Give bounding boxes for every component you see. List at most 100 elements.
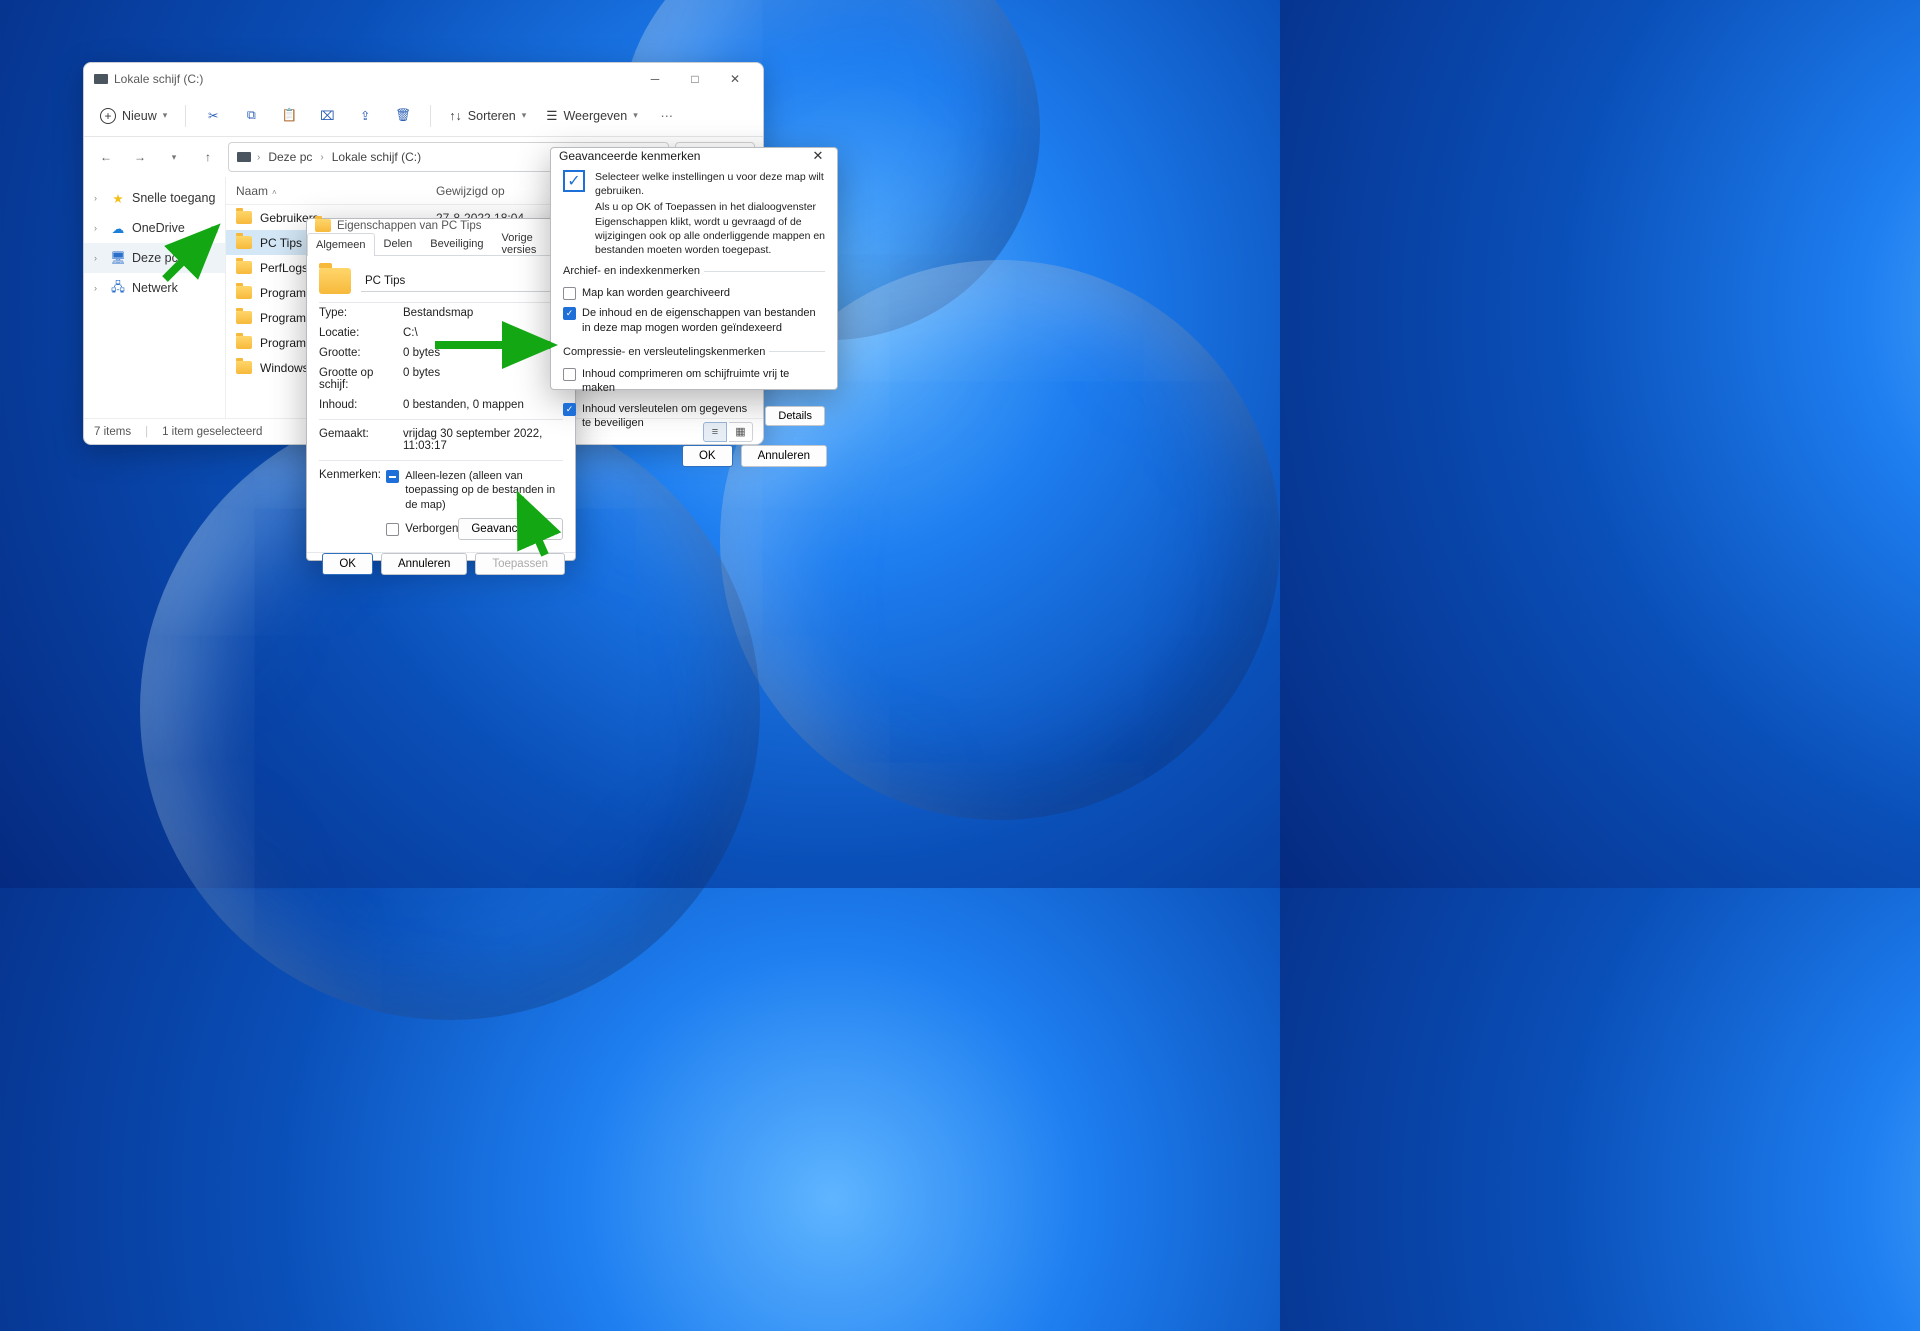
- sidebar-item-this-pc[interactable]: › 🖥 Deze pc: [84, 243, 225, 273]
- apply-button[interactable]: Toepassen: [475, 553, 565, 575]
- copy-button[interactable]: ⧉: [234, 101, 268, 131]
- chevron-down-icon: ▾: [522, 110, 527, 121]
- group-label: Compressie- en versleutelingskenmerken: [563, 346, 769, 358]
- file-name: Windows: [260, 361, 309, 375]
- sort-label: Sorteren: [468, 109, 516, 123]
- archive-checkbox[interactable]: [563, 287, 576, 300]
- value-size: 0 bytes: [403, 347, 563, 359]
- close-button[interactable]: ✕: [717, 66, 753, 92]
- ok-button[interactable]: OK: [682, 445, 733, 467]
- chevron-right-icon: ›: [94, 193, 104, 203]
- titlebar[interactable]: Eigenschappen van PC Tips: [307, 219, 575, 232]
- value-size-on-disk: 0 bytes: [403, 367, 563, 391]
- compress-checkbox[interactable]: [563, 368, 576, 381]
- new-label: Nieuw: [122, 109, 157, 123]
- share-button[interactable]: ⇪: [348, 101, 382, 131]
- up-button[interactable]: ↑: [194, 143, 222, 171]
- scissors-icon: ✂: [208, 108, 218, 123]
- properties-dialog: Eigenschappen van PC Tips Algemeen Delen…: [306, 218, 576, 561]
- share-icon: ⇪: [360, 108, 370, 123]
- copy-icon: ⧉: [247, 108, 256, 123]
- folder-icon: [236, 336, 252, 349]
- maximize-button[interactable]: □: [677, 66, 713, 92]
- folder-name-field[interactable]: PC Tips: [361, 270, 563, 292]
- monitor-icon: 🖥: [110, 250, 126, 266]
- minimize-button[interactable]: ─: [637, 66, 673, 92]
- readonly-checkbox[interactable]: [386, 470, 399, 483]
- sort-asc-icon: ˄: [272, 188, 277, 197]
- drive-icon: [94, 74, 108, 84]
- window-title: Lokale schijf (C:): [114, 72, 203, 86]
- trash-icon: 🗑: [395, 108, 411, 123]
- back-button[interactable]: ←: [92, 143, 120, 171]
- details-button[interactable]: Details: [765, 406, 825, 426]
- view-label: Weergeven: [563, 109, 627, 123]
- navigation-pane: › ★ Snelle toegang › ☁ OneDrive › 🖥 Deze…: [84, 177, 226, 418]
- chevron-down-icon: ▾: [163, 110, 168, 121]
- cut-button[interactable]: ✂: [196, 101, 230, 131]
- chevron-right-icon: ›: [257, 152, 260, 163]
- value-type: Bestandsmap: [403, 307, 563, 319]
- folder-icon: [315, 219, 331, 232]
- recent-chevron[interactable]: ▾: [160, 143, 188, 171]
- chevron-right-icon: ›: [94, 253, 104, 263]
- advanced-button[interactable]: Geavanceerd...: [458, 518, 563, 540]
- label-size-on-disk: Grootte op schijf:: [319, 367, 403, 391]
- sidebar-item-onedrive[interactable]: › ☁ OneDrive: [84, 213, 225, 243]
- crumb-drive[interactable]: Lokale schijf (C:): [330, 148, 423, 166]
- clipboard-icon: 📋: [281, 108, 297, 123]
- separator: [430, 105, 431, 127]
- folder-icon: [236, 236, 252, 249]
- sidebar-label: Snelle toegang: [132, 191, 215, 205]
- more-menu[interactable]: ⋯: [650, 101, 684, 131]
- label-type: Type:: [319, 307, 403, 319]
- encrypt-label: Inhoud versleutelen om gegevens te bevei…: [582, 402, 757, 431]
- folder-icon: [236, 211, 252, 224]
- folder-icon: [236, 311, 252, 324]
- command-bar: + Nieuw ▾ ✂ ⧉ 📋 ⌧ ⇪ 🗑 ↑↓ Sorteren ▾ ☰ We…: [84, 95, 763, 137]
- group-label: Archief- en indexkenmerken: [563, 265, 704, 277]
- file-name: PC Tips: [260, 236, 302, 250]
- folder-icon: [236, 361, 252, 374]
- titlebar[interactable]: Geavanceerde kenmerken ✕: [551, 148, 837, 164]
- paste-button[interactable]: 📋: [272, 101, 306, 131]
- tab-general[interactable]: Algemeen: [307, 233, 375, 256]
- drive-icon: [237, 152, 251, 162]
- dialog-title: Eigenschappen van PC Tips: [337, 220, 481, 232]
- label-location: Locatie:: [319, 327, 403, 339]
- cancel-button[interactable]: Annuleren: [741, 445, 827, 467]
- folder-icon: [236, 261, 252, 274]
- delete-button[interactable]: 🗑: [386, 101, 420, 131]
- crumb-this-pc[interactable]: Deze pc: [266, 148, 314, 166]
- tab-sharing[interactable]: Delen: [375, 232, 422, 255]
- forward-button[interactable]: →: [126, 143, 154, 171]
- titlebar[interactable]: Lokale schijf (C:) ─ □ ✕: [84, 63, 763, 95]
- sidebar-item-network[interactable]: › 🖧 Netwerk: [84, 273, 225, 303]
- sidebar-label: OneDrive: [132, 221, 185, 235]
- cancel-button[interactable]: Annuleren: [381, 553, 467, 575]
- label-created: Gemaakt:: [319, 428, 403, 452]
- close-button[interactable]: ✕: [807, 148, 829, 164]
- view-menu[interactable]: ☰ Weergeven ▾: [538, 101, 645, 131]
- compress-encrypt-group: Compressie- en versleutelingskenmerken I…: [563, 346, 825, 435]
- label-contents: Inhoud:: [319, 399, 403, 411]
- value-contents: 0 bestanden, 0 mappen: [403, 399, 563, 411]
- hidden-checkbox[interactable]: [386, 523, 399, 536]
- index-checkbox[interactable]: [563, 307, 576, 320]
- file-name: PerfLogs: [260, 261, 308, 275]
- tab-previous[interactable]: Vorige versies: [493, 232, 546, 255]
- ok-button[interactable]: OK: [322, 553, 373, 575]
- col-modified[interactable]: Gewijzigd op: [436, 184, 505, 198]
- item-count: 7 items: [94, 426, 131, 438]
- cloud-icon: ☁: [110, 220, 126, 236]
- sort-menu[interactable]: ↑↓ Sorteren ▾: [441, 101, 534, 131]
- col-name[interactable]: Naam: [236, 184, 268, 198]
- index-label: De inhoud en de eigenschappen van bestan…: [582, 306, 825, 335]
- new-menu[interactable]: + Nieuw ▾: [92, 101, 175, 131]
- encrypt-checkbox[interactable]: [563, 403, 576, 416]
- rename-button[interactable]: ⌧: [310, 101, 344, 131]
- checkmark-icon: ✓: [563, 170, 585, 192]
- tab-security[interactable]: Beveiliging: [421, 232, 492, 255]
- dialog-title: Geavanceerde kenmerken: [559, 149, 700, 163]
- sidebar-item-quick-access[interactable]: › ★ Snelle toegang: [84, 183, 225, 213]
